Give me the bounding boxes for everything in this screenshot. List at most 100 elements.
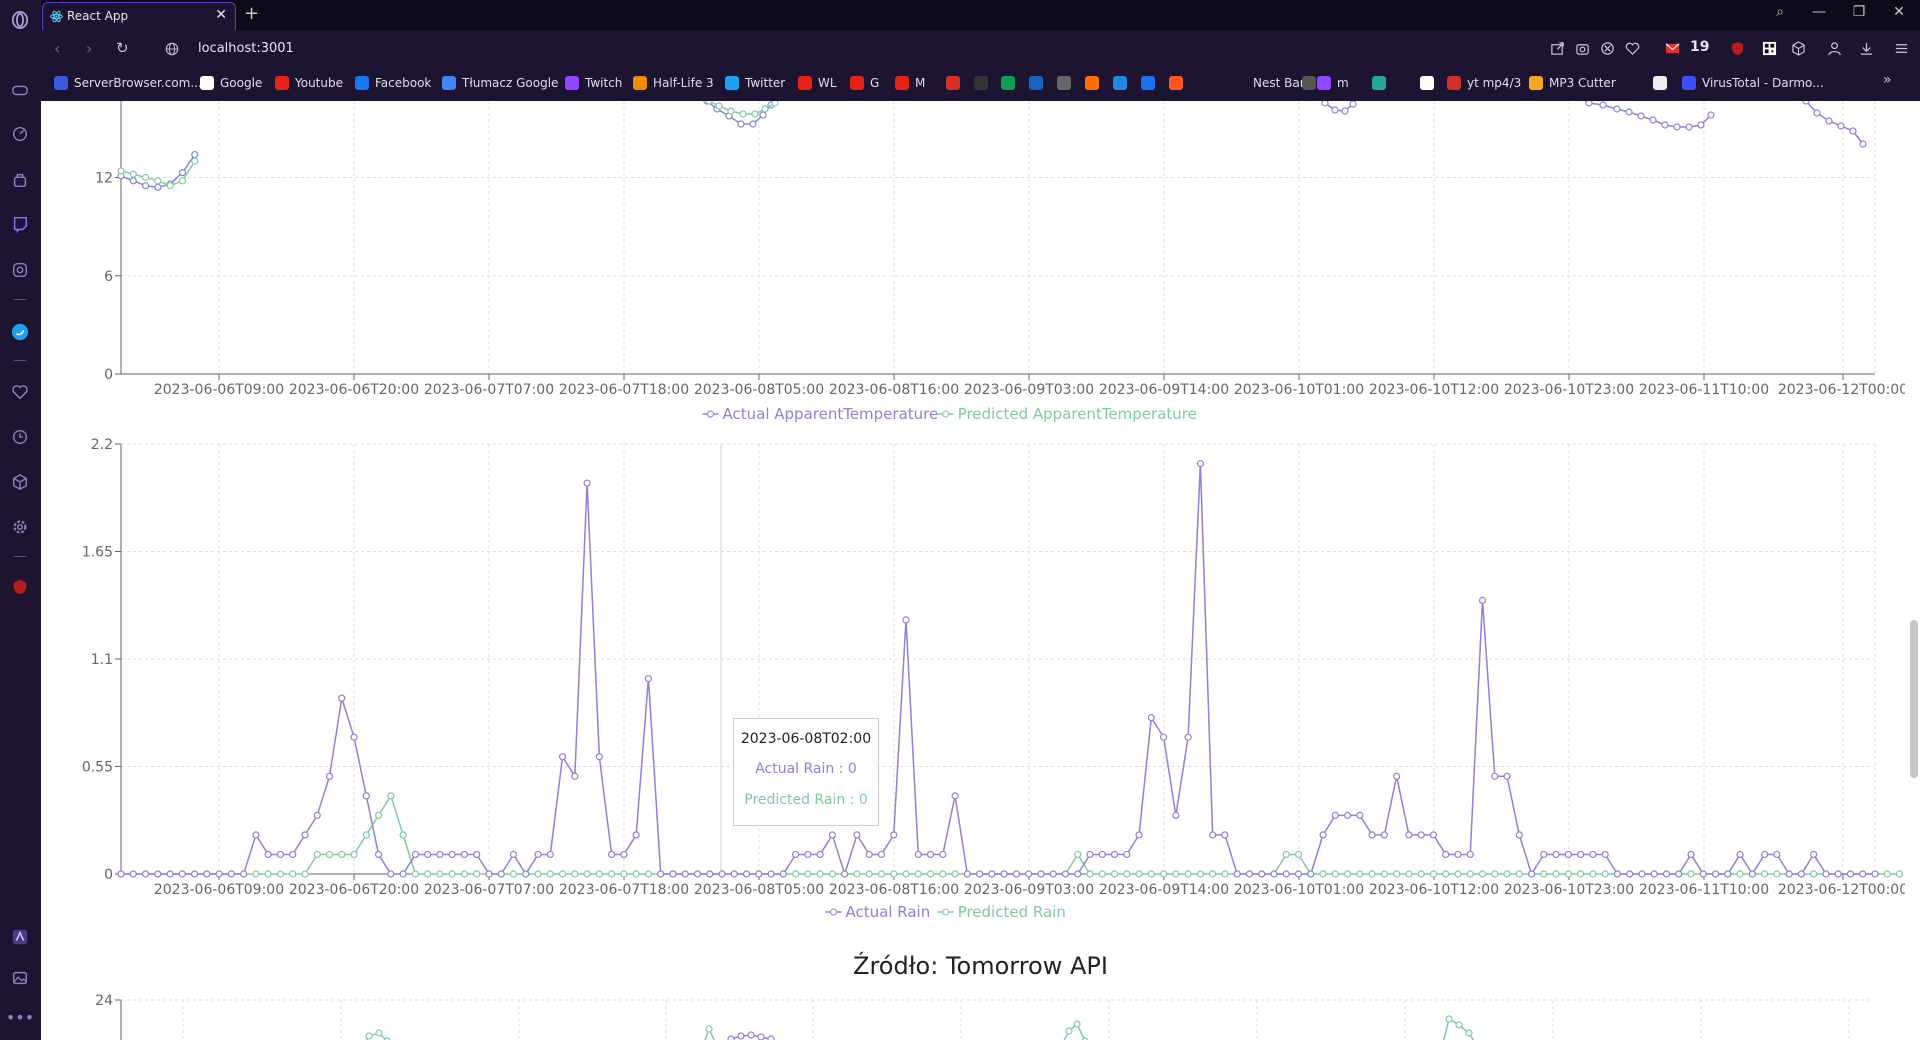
- bookmark-4[interactable]: Tłumacz Google: [442, 75, 558, 91]
- rain-actual-point: [841, 870, 849, 878]
- temp-fragment-point: [1661, 121, 1669, 129]
- twitch-icon[interactable]: [8, 212, 32, 236]
- cube-icon[interactable]: [8, 470, 32, 494]
- rain-xtick-label: 2023-06-07T18:00: [559, 882, 689, 898]
- rain-xtick-label: 2023-06-10T23:00: [1504, 882, 1634, 898]
- more-icon[interactable]: •••: [6, 1005, 34, 1029]
- search-tabs-icon[interactable]: ⌕: [1769, 4, 1791, 26]
- bookmark-0[interactable]: ServerBrowser.com...: [54, 75, 202, 91]
- heart-outline-icon[interactable]: [1624, 40, 1640, 56]
- bookmark-icon-2[interactable]: [1001, 75, 1021, 91]
- temp-predicted-point: [129, 170, 137, 178]
- bookmark-6[interactable]: Half-Life 3: [633, 75, 714, 91]
- bookmark-label: VirusTotal - Darmo...: [1702, 76, 1824, 90]
- qr-icon[interactable]: [1761, 40, 1777, 56]
- bookmark-14[interactable]: MP3 Cutter: [1529, 75, 1616, 91]
- temp-xtick-label: 2023-06-06T09:00: [154, 382, 284, 398]
- bookmark-icon-12[interactable]: [1420, 75, 1440, 91]
- rain-predicted-point: [1221, 870, 1229, 878]
- profile-icon[interactable]: [1826, 40, 1842, 56]
- temp-xtick-label: 2023-06-09T14:00: [1099, 382, 1229, 398]
- bookmark-2[interactable]: Youtube: [275, 75, 343, 91]
- bookmark-icon-4[interactable]: [1057, 75, 1077, 91]
- rain-predicted-point: [1491, 870, 1499, 878]
- bookmark-label: ServerBrowser.com...: [74, 76, 202, 90]
- bookmark-icon-7[interactable]: [1141, 75, 1161, 91]
- rain-actual-point: [1638, 870, 1646, 878]
- bookmark-10[interactable]: M: [895, 75, 925, 91]
- speedometer-icon[interactable]: [8, 122, 32, 146]
- instagram-icon[interactable]: [8, 258, 32, 282]
- forward-icon[interactable]: ›: [86, 39, 92, 58]
- minimize-button[interactable]: —: [1808, 4, 1830, 26]
- restore-button[interactable]: ❐: [1848, 4, 1870, 26]
- bookmark-15[interactable]: VirusTotal - Darmo...: [1682, 75, 1824, 91]
- bookmark-13[interactable]: yt mp4/3: [1447, 75, 1521, 91]
- temp-fragment-point: [1697, 121, 1705, 129]
- settings-icon[interactable]: [8, 515, 32, 539]
- aria-icon[interactable]: [8, 925, 32, 949]
- gallery-icon[interactable]: [8, 966, 32, 990]
- rain-actual-point: [1724, 870, 1732, 878]
- bookmark-icon-6[interactable]: [1113, 75, 1133, 91]
- bookmark-3[interactable]: Facebook: [355, 75, 431, 91]
- bookmark-icon-5[interactable]: [1085, 75, 1105, 91]
- url-input[interactable]: localhost:3001: [198, 41, 294, 56]
- menu-icon[interactable]: [1893, 40, 1909, 56]
- bookmark-favicon-icon: [1141, 76, 1155, 90]
- twitter-icon[interactable]: [8, 320, 32, 344]
- bookmark-7[interactable]: Twitter: [725, 75, 785, 91]
- rain-predicted-point: [877, 870, 886, 878]
- share-icon[interactable]: [1549, 40, 1565, 56]
- bookmark-icon-13[interactable]: [1653, 75, 1673, 91]
- bookmark-icon-1[interactable]: [974, 75, 994, 91]
- close-window-button[interactable]: ✕: [1888, 4, 1910, 26]
- bookmark-icon-10[interactable]: [1302, 75, 1322, 91]
- rain-actual-point: [976, 870, 984, 878]
- rain-actual-point: [1159, 733, 1168, 741]
- bookmark-1[interactable]: Google: [200, 75, 262, 91]
- bookmark-5[interactable]: Twitch: [565, 75, 622, 91]
- rain-actual-point: [718, 870, 726, 878]
- block-icon[interactable]: [1599, 40, 1615, 56]
- bottom-fragment-point: [757, 1033, 765, 1040]
- bag-icon[interactable]: [8, 168, 32, 192]
- rain-predicted-point: [1196, 870, 1204, 878]
- temp-fragment-point: [1585, 101, 1593, 107]
- bookmarks-overflow-icon[interactable]: »: [1883, 72, 1892, 88]
- ublock-origin-icon[interactable]: [1729, 40, 1745, 56]
- mail-icon[interactable]: [1664, 40, 1680, 56]
- download-icon[interactable]: [1858, 40, 1874, 56]
- rain-predicted-point: [865, 870, 873, 878]
- rain-predicted-point: [1368, 870, 1376, 878]
- history-icon[interactable]: [8, 425, 32, 449]
- page-scrollbar[interactable]: [1905, 101, 1920, 1040]
- extension-cube-icon[interactable]: [1790, 40, 1806, 56]
- bookmark-icon-11[interactable]: [1372, 75, 1392, 91]
- tab-react-app[interactable]: React App ✕: [42, 2, 236, 30]
- opera-logo-icon[interactable]: [8, 8, 32, 32]
- ublock-icon[interactable]: [8, 575, 32, 599]
- scrollbar-thumb[interactable]: [1910, 620, 1918, 778]
- bookmark-icon-9[interactable]: [1196, 75, 1216, 91]
- camera-icon[interactable]: [1574, 40, 1590, 56]
- back-icon[interactable]: ‹: [54, 39, 60, 58]
- bookmark-icon-8[interactable]: [1169, 75, 1189, 91]
- close-tab-icon[interactable]: ✕: [215, 7, 227, 23]
- rain-predicted-point: [546, 870, 554, 878]
- reload-icon[interactable]: ↻: [116, 39, 129, 57]
- bookmark-9[interactable]: G: [850, 75, 879, 91]
- temp-fragment-point: [1341, 107, 1349, 115]
- bookmark-icon-0[interactable]: [946, 75, 966, 91]
- rain-actual-point: [816, 850, 824, 859]
- site-info-icon[interactable]: [165, 41, 179, 56]
- heart-icon[interactable]: [8, 380, 32, 404]
- gamepad-icon[interactable]: [8, 78, 32, 102]
- bookmark-8[interactable]: WL: [798, 75, 837, 91]
- bookmark-icon-3[interactable]: [1029, 75, 1049, 91]
- rain-actual-point: [608, 850, 616, 859]
- bottom-fragment-point: [1465, 1029, 1473, 1037]
- bottom-fragment-point: [375, 1029, 383, 1037]
- new-tab-button[interactable]: +: [244, 3, 259, 24]
- rain-predicted-point: [1810, 870, 1818, 878]
